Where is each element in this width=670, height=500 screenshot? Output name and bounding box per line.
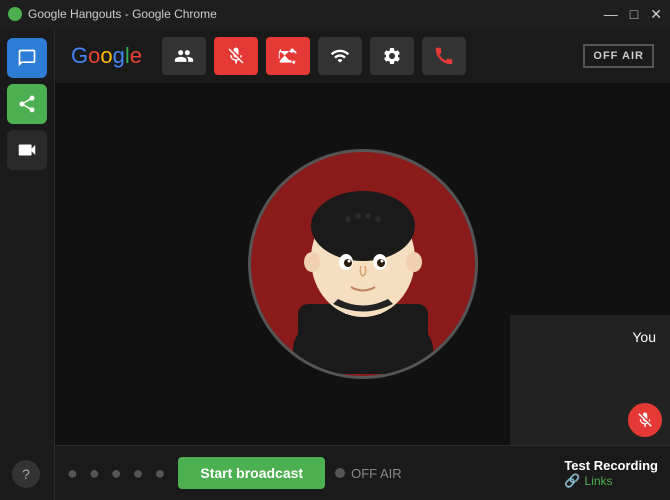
sidebar-item-share[interactable]: [7, 84, 47, 124]
camera-mute-button[interactable]: [266, 37, 310, 75]
title-bar-controls: — □ ✕: [604, 7, 662, 21]
recording-title: Test Recording: [564, 458, 658, 473]
share-icon: [17, 94, 37, 114]
mic-mute-button[interactable]: [214, 37, 258, 75]
title-bar-text: Google Hangouts - Google Chrome: [28, 7, 217, 21]
link-icon: 🔗: [564, 473, 580, 489]
settings-button[interactable]: [370, 37, 414, 75]
avatar-circle: [248, 149, 478, 379]
sidebar-item-chat[interactable]: [7, 38, 47, 78]
self-view-panel: You: [510, 315, 670, 445]
people-button[interactable]: [162, 37, 206, 75]
sidebar-item-video[interactable]: [7, 130, 47, 170]
recording-info: Test Recording 🔗 Links: [564, 458, 658, 489]
dots-indicator: ● ● ● ● ●: [67, 463, 168, 484]
google-logo: Google: [71, 43, 142, 69]
app-container: ? Google: [0, 28, 670, 500]
off-air-label: OFF AIR: [351, 466, 402, 481]
people-icon: [174, 46, 194, 66]
help-button[interactable]: ?: [12, 460, 40, 488]
toolbar: Google: [55, 28, 670, 83]
self-mute-button[interactable]: [628, 403, 662, 437]
mic-off-icon: [226, 46, 246, 66]
start-broadcast-button[interactable]: Start broadcast: [178, 457, 325, 489]
self-view-label: You: [632, 329, 656, 345]
chat-icon: [17, 48, 37, 68]
off-air-dot: [335, 468, 345, 478]
maximize-button[interactable]: □: [630, 7, 638, 21]
signal-button[interactable]: [318, 37, 362, 75]
off-air-badge: OFF AIR: [583, 44, 654, 68]
title-bar: Google Hangouts - Google Chrome — □ ✕: [0, 0, 670, 28]
video-icon: [16, 139, 38, 161]
links-label: Links: [585, 474, 613, 488]
main-avatar: [233, 114, 493, 414]
close-button[interactable]: ✕: [650, 7, 662, 21]
self-mic-off-icon: [636, 411, 654, 429]
hangup-icon: [433, 45, 455, 67]
person-illustration: [263, 154, 463, 374]
recording-links[interactable]: 🔗 Links: [564, 473, 658, 489]
settings-icon: [382, 46, 402, 66]
app-icon: [8, 7, 22, 21]
main-content: Google: [55, 28, 670, 500]
video-area: You: [55, 83, 670, 445]
title-bar-left: Google Hangouts - Google Chrome: [8, 7, 217, 21]
help-icon: ?: [22, 466, 30, 482]
signal-icon: [330, 46, 350, 66]
sidebar: ?: [0, 28, 55, 500]
hangup-button[interactable]: [422, 37, 466, 75]
bottom-bar: ● ● ● ● ● Start broadcast OFF AIR Test R…: [55, 445, 670, 500]
off-air-indicator: OFF AIR: [335, 466, 402, 481]
camera-off-icon: [278, 46, 298, 66]
minimize-button[interactable]: —: [604, 7, 618, 21]
